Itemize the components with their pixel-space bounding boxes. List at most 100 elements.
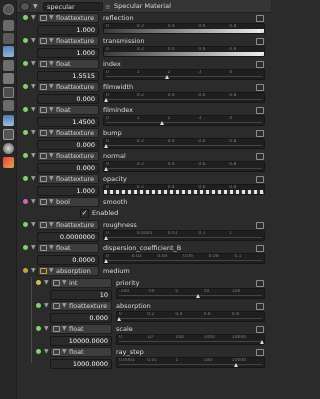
expand-arrow-icon[interactable]: ▼ [44, 347, 49, 357]
paste-icon[interactable] [3, 33, 14, 44]
slider-handle[interactable] [164, 75, 169, 79]
slider-handle[interactable] [260, 29, 264, 33]
collapse-arrow-icon[interactable]: ▼ [33, 3, 38, 10]
value-field[interactable]: 1.000 [37, 186, 99, 196]
slider-handle[interactable] [195, 294, 200, 298]
image-icon[interactable] [3, 115, 14, 126]
slider-handle[interactable] [104, 259, 108, 263]
expand-arrow-icon[interactable]: ▼ [31, 197, 36, 207]
value-slider[interactable]: 0 0.02 0.04 0.06 0.08 0.1 [103, 253, 265, 264]
value-field[interactable]: 1.000 [37, 25, 99, 35]
node-icon[interactable] [3, 4, 14, 15]
input-socket[interactable] [23, 153, 28, 158]
material-icon[interactable] [3, 129, 14, 140]
expand-arrow-icon[interactable]: ▼ [44, 278, 49, 288]
expand-arrow-icon[interactable]: ▼ [31, 13, 36, 23]
expand-arrow-icon[interactable]: ▼ [31, 82, 36, 92]
curve-icon[interactable] [256, 84, 264, 91]
input-socket[interactable] [23, 176, 28, 181]
value-slider[interactable]: 0 10 100 1000 10000 [116, 334, 265, 345]
input-socket[interactable] [23, 268, 28, 273]
value-field[interactable]: 0.000 [37, 140, 99, 150]
value-field[interactable]: 1000.0000 [50, 359, 112, 369]
socket-type-select[interactable]: ▼ floattexture [37, 220, 99, 230]
input-socket[interactable] [23, 15, 28, 20]
value-field[interactable]: 1.000 [37, 48, 99, 58]
value-slider[interactable]: 0 1 2 3 4 [103, 115, 265, 126]
input-socket[interactable] [23, 84, 28, 89]
slider-handle[interactable] [104, 98, 108, 102]
slider-handle[interactable] [104, 167, 108, 171]
value-slider[interactable]: 0.0001 0.01 1 100 10000 [116, 357, 265, 368]
socket-type-select[interactable]: ▼ floattexture [37, 13, 99, 23]
value-slider[interactable]: 0 0.2 0.4 0.6 0.8 [116, 311, 265, 322]
socket-type-select[interactable]: ▼ float [50, 324, 112, 334]
expand-arrow-icon[interactable]: ▼ [31, 220, 36, 230]
curve-icon[interactable] [256, 38, 264, 45]
curve-icon[interactable] [256, 130, 264, 137]
socket-type-select[interactable]: ▼ bool [37, 197, 99, 207]
graph-icon[interactable] [3, 87, 14, 98]
slider-handle[interactable] [160, 121, 165, 125]
node-group-icon[interactable] [3, 73, 14, 84]
slider-handle[interactable] [104, 236, 108, 240]
color-icon[interactable] [3, 157, 14, 168]
curve-icon[interactable] [256, 280, 264, 287]
input-socket[interactable] [23, 199, 28, 204]
value-slider[interactable]: 0 0.2 0.4 0.6 0.8 [103, 46, 265, 57]
expand-arrow-icon[interactable]: ▼ [31, 36, 36, 46]
expand-arrow-icon[interactable]: ▼ [31, 59, 36, 69]
value-field[interactable]: 0.0000000 [37, 232, 99, 242]
slider-handle[interactable] [260, 340, 264, 344]
socket-type-select[interactable]: ▼ floattexture [37, 151, 99, 161]
input-socket[interactable] [36, 280, 41, 285]
curve-icon[interactable] [256, 326, 264, 333]
curve-icon[interactable] [256, 222, 264, 229]
curve-icon[interactable] [256, 303, 264, 310]
value-slider[interactable]: 0 0.2 0.4 0.6 0.8 [103, 161, 265, 172]
expand-arrow-icon[interactable]: ▼ [31, 174, 36, 184]
curve-icon[interactable] [256, 107, 264, 114]
socket-type-select[interactable]: ▼ floattexture [50, 301, 112, 311]
expand-arrow-icon[interactable]: ▼ [31, 243, 36, 253]
slider-handle[interactable] [234, 363, 239, 367]
socket-type-select[interactable]: ▼ float [37, 59, 99, 69]
enabled-checkbox[interactable]: ✓ [80, 209, 89, 218]
input-socket[interactable] [23, 130, 28, 135]
socket-type-select[interactable]: ▼ int [50, 278, 112, 288]
expand-arrow-icon[interactable]: ▼ [44, 301, 49, 311]
value-field[interactable]: 10 [50, 290, 112, 300]
input-socket[interactable] [23, 222, 28, 227]
image-icon[interactable] [3, 46, 14, 57]
input-socket[interactable] [23, 38, 28, 43]
slider-handle[interactable] [260, 190, 264, 194]
socket-type-select[interactable]: ▼ floattexture [37, 82, 99, 92]
node-type-select[interactable]: specular [43, 2, 103, 11]
expand-arrow-icon[interactable]: ▼ [31, 105, 36, 115]
expand-arrow-icon[interactable]: ▼ [44, 324, 49, 334]
expand-arrow-icon[interactable]: ▼ [31, 128, 36, 138]
input-socket[interactable] [23, 61, 28, 66]
value-field[interactable]: 0.0000 [37, 255, 99, 265]
slider-handle[interactable] [104, 144, 108, 148]
curve-icon[interactable] [256, 176, 264, 183]
curve-icon[interactable] [256, 153, 264, 160]
expand-arrow-icon[interactable]: ▼ [31, 151, 36, 161]
input-socket[interactable] [36, 303, 41, 308]
menu-lines-icon[interactable]: ≡ [105, 3, 111, 11]
curve-icon[interactable] [256, 245, 264, 252]
socket-type-select[interactable]: ▼ absorption [37, 266, 99, 276]
slider-handle[interactable] [117, 317, 121, 321]
socket-type-select[interactable]: ▼ floattexture [37, 36, 99, 46]
layers-icon[interactable] [3, 100, 14, 111]
input-socket[interactable] [36, 349, 41, 354]
socket-type-select[interactable]: ▼ float [50, 347, 112, 357]
input-socket[interactable] [23, 245, 28, 250]
value-field[interactable]: 0.000 [50, 313, 112, 323]
value-slider[interactable]: 0 0.2 0.4 0.6 0.8 [103, 92, 265, 103]
value-slider[interactable]: 0 0.2 0.4 0.6 0.8 [103, 138, 265, 149]
socket-type-select[interactable]: ▼ float [37, 243, 99, 253]
value-slider[interactable]: 0 0.2 0.4 0.6 0.8 [103, 184, 265, 195]
socket-type-select[interactable]: ▼ float [37, 105, 99, 115]
value-field[interactable]: 1.4500 [37, 117, 99, 127]
